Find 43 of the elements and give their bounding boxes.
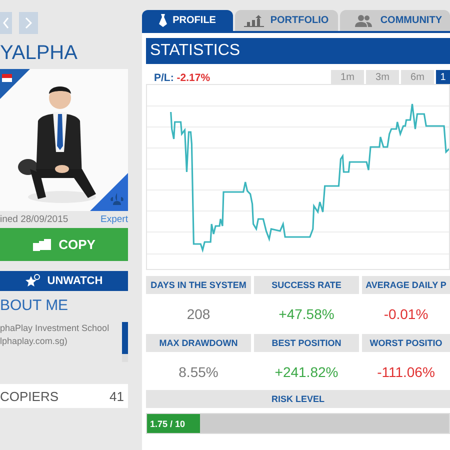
stat-value: +47.58%: [278, 305, 336, 324]
about-text: phaPlay Investment School lphaplay.com.sg): [0, 322, 110, 348]
stat-value: +241.82%: [274, 363, 340, 382]
scrollbar[interactable]: [122, 322, 128, 362]
stat-label: BEST POSITION: [254, 334, 359, 352]
stat-value: -0.01%: [382, 305, 430, 324]
tie-icon: [158, 14, 167, 27]
tab[interactable]: PROFILE: [142, 10, 233, 31]
next-button[interactable]: [19, 12, 38, 34]
stat-label: WORST POSITIO: [362, 334, 450, 352]
profit-loss: P/L: -2.17%: [153, 72, 210, 84]
risk-label: RISK LEVEL: [146, 390, 450, 408]
previous-button[interactable]: [0, 12, 12, 34]
risk-fill: 1.75 / 10: [147, 414, 200, 433]
tab[interactable]: PORTFOLIO: [234, 10, 338, 31]
stat-value: -111.06%: [376, 363, 436, 382]
section-title: BOUT ME: [0, 296, 70, 316]
range-tab[interactable]: 1: [436, 70, 450, 84]
joined-date: ined 28/09/2015: [0, 214, 68, 225]
copy-button[interactable]: COPY: [0, 228, 128, 261]
stat-label: SUCCESS RATE: [254, 276, 359, 294]
chevron-right-icon: [25, 17, 32, 29]
stat-value: 208: [186, 305, 212, 324]
bar-chart-icon: [244, 14, 264, 26]
star-icon: [25, 274, 42, 288]
tab[interactable]: COMMUNITY: [340, 10, 450, 31]
chevron-left-icon: [3, 17, 9, 29]
stat-value: 8.55%: [178, 363, 220, 382]
copiers-count: 41: [110, 388, 124, 404]
unwatch-button[interactable]: UNWATCH: [0, 271, 128, 291]
rank-link[interactable]: Expert: [100, 214, 128, 225]
stat-label: DAYS IN THE SYSTEM: [146, 276, 251, 294]
copiers-label: COPIERS: [0, 388, 59, 404]
range-tab[interactable]: 6m: [401, 70, 434, 84]
range-tab[interactable]: 3m: [366, 70, 399, 84]
range-tab[interactable]: 1m: [331, 70, 364, 84]
trader-name: YALPHA: [0, 41, 78, 65]
flag-badge: [0, 69, 30, 99]
copy-icon: [32, 238, 51, 250]
people-icon: [354, 14, 374, 26]
stat-label: AVERAGE DAILY P: [362, 276, 450, 294]
stat-label: MAX DRAWDOWN: [146, 334, 251, 352]
panel-header: STATISTICS: [146, 38, 450, 64]
